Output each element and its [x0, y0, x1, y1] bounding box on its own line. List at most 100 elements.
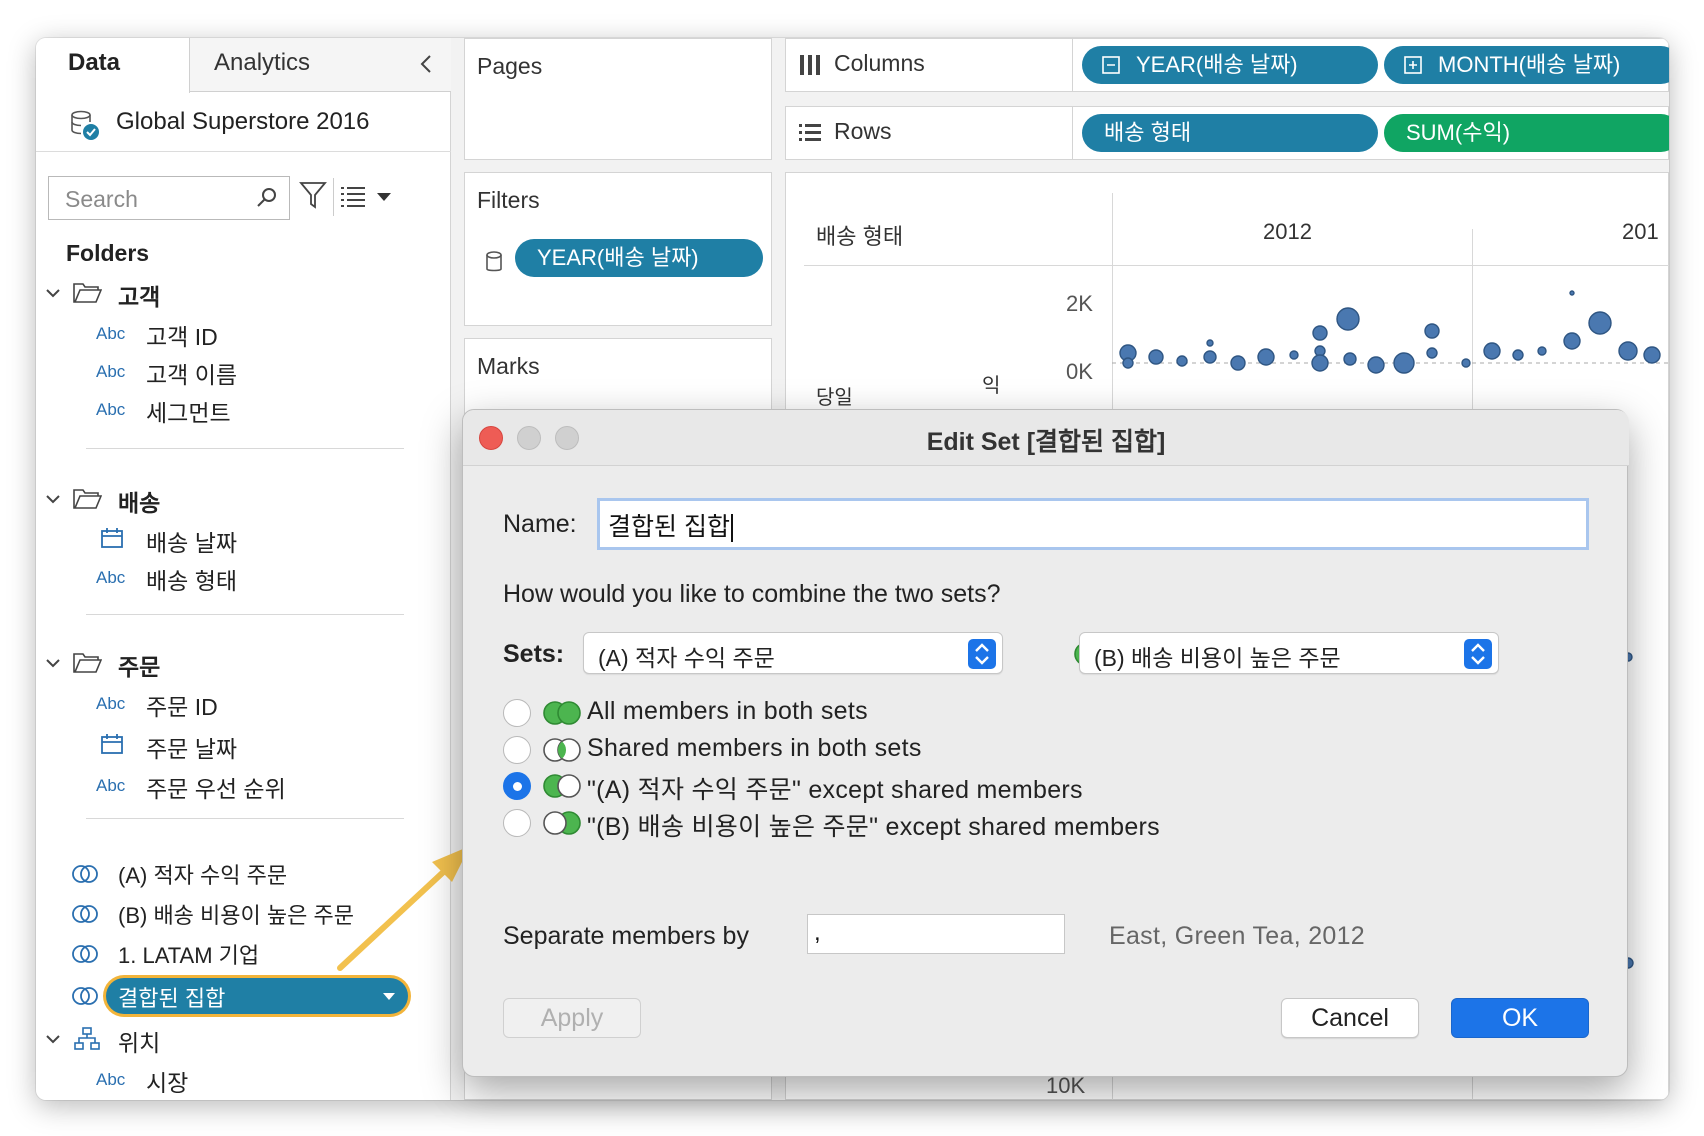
folder-divider [86, 818, 404, 819]
string-type-icon: Abc [96, 694, 126, 713]
field-row[interactable]: Abc 주문 ID [36, 686, 451, 722]
set-b-select[interactable]: (B) 배송 비용이 높은 주문 [1079, 632, 1499, 674]
column-pill-month[interactable]: MONTH(배송 날짜) [1384, 46, 1669, 84]
option-b-except-shared[interactable]: "(B) 배송 비용이 높은 주문" except shared members [503, 806, 1583, 841]
field-row[interactable]: 배송 날짜 [36, 522, 451, 558]
apply-button[interactable]: Apply [503, 998, 641, 1038]
shelf-label: Columns [834, 50, 925, 76]
combine-question: How would you like to combine the two se… [503, 580, 1001, 608]
set-name: 결합된 집합 [118, 986, 226, 1011]
pages-card[interactable]: Pages [464, 38, 772, 160]
folder-location[interactable]: 위치 [36, 1022, 451, 1058]
radio-b-except-shared[interactable] [503, 809, 531, 837]
set-icon [72, 905, 98, 923]
dialog-title: Edit Set [결합된 집합] [926, 428, 1166, 456]
select-value: (B) 배송 비용이 높은 주문 [1094, 645, 1341, 671]
set-item[interactable]: (B) 배송 비용이 높은 주문 [36, 896, 451, 932]
calendar-icon [101, 734, 123, 754]
filters-card[interactable]: Filters YEAR(배송 날짜) [464, 172, 772, 326]
folder-customer[interactable]: 고객 [36, 276, 451, 312]
shelf-divider [1072, 107, 1073, 159]
chevron-down-icon[interactable] [376, 192, 392, 202]
separator-preview: East, Green Tea, 2012 [1109, 922, 1366, 950]
tab-data[interactable]: Data [36, 38, 190, 93]
radio-shared-members[interactable] [503, 736, 531, 764]
field-row[interactable]: Abc 고객 ID [36, 316, 451, 352]
field-name: 주문 우선 순위 [146, 776, 286, 802]
set-name: 1. LATAM 기업 [118, 943, 260, 968]
row-header: 배송 형태 [816, 224, 904, 249]
search-placeholder: Search [65, 186, 138, 212]
dialog-titlebar: Edit Set [결합된 집합] [463, 410, 1629, 466]
option-all-members[interactable]: All members in both sets [503, 696, 1583, 730]
field-row[interactable]: Abc 주문 우선 순위 [36, 768, 451, 804]
option-shared-members[interactable]: Shared members in both sets [503, 733, 1583, 767]
radio-a-except-shared[interactable] [503, 772, 531, 800]
row-pill-profit[interactable]: SUM(수익) [1384, 114, 1669, 152]
text-caret [730, 514, 733, 543]
folders-heading: Folders [66, 240, 150, 266]
set-a-select[interactable]: (A) 적자 수익 주문 [583, 632, 1003, 674]
field-name: 세그먼트 [146, 400, 231, 426]
shelf-label: Rows [834, 118, 892, 144]
set-name: (A) 적자 수익 주문 [118, 863, 288, 888]
string-type-icon: Abc [96, 1070, 126, 1089]
sets-label: Sets: [503, 640, 565, 668]
ok-button[interactable]: OK [1451, 998, 1589, 1038]
collapse-icon[interactable] [1102, 56, 1120, 74]
chevron-down-icon[interactable] [44, 1030, 62, 1048]
cancel-button[interactable]: Cancel [1281, 998, 1419, 1038]
list-view-icon[interactable] [340, 184, 366, 208]
field-name: 고객 ID [146, 324, 218, 350]
field-row[interactable]: Abc 배송 형태 [36, 560, 451, 596]
separator-label: Separate members by [503, 922, 749, 950]
expand-icon[interactable] [1404, 56, 1422, 74]
toolbar-divider [333, 178, 334, 216]
search-icon [257, 188, 276, 207]
set-name: (B) 배송 비용이 높은 주문 [118, 903, 354, 928]
set-item-selected[interactable]: 결합된 집합 [36, 978, 451, 1014]
radio-all-members[interactable] [503, 699, 531, 727]
select-value: (A) 적자 수익 주문 [598, 645, 775, 671]
chevron-down-icon[interactable] [382, 992, 396, 1001]
tab-analytics[interactable]: Analytics [214, 38, 310, 92]
filter-pill[interactable]: YEAR(배송 날짜) [515, 239, 763, 277]
folder-name: 위치 [118, 1030, 161, 1056]
collapse-pane-icon[interactable] [416, 52, 438, 76]
field-row[interactable]: Abc 고객 이름 [36, 354, 451, 390]
axis-tick: 2K [1066, 291, 1093, 316]
card-title: Marks [477, 353, 540, 379]
filter-icon[interactable] [299, 180, 327, 210]
selected-set-pill[interactable]: 결합된 집합 [106, 978, 408, 1014]
option-label: "(B) 배송 비용이 높은 주문" except shared members [587, 813, 1160, 841]
set-item[interactable]: (A) 적자 수익 주문 [36, 856, 451, 892]
field-row[interactable]: Abc 세그먼트 [36, 392, 451, 428]
header-divider [1112, 265, 1669, 266]
set-item[interactable]: 1. LATAM 기업 [36, 936, 451, 972]
chevron-down-icon[interactable] [44, 284, 62, 302]
datasource-row[interactable]: Global Superstore 2016 [36, 96, 451, 152]
name-label: Name: [503, 510, 577, 538]
select-arrows-icon [968, 639, 996, 669]
name-input[interactable]: 결합된 집합 [597, 498, 1589, 550]
hierarchy-icon [74, 1027, 100, 1050]
pill-label: MONTH(배송 날짜) [1438, 52, 1621, 77]
folder-order[interactable]: 주문 [36, 646, 451, 682]
option-a-except-shared[interactable]: "(A) 적자 수익 주문" except shared members [503, 769, 1583, 804]
field-row[interactable]: Abc 시장 [36, 1062, 451, 1098]
pill-label: YEAR(배송 날짜) [1136, 52, 1298, 77]
column-pill-year[interactable]: YEAR(배송 날짜) [1082, 46, 1378, 84]
folder-shipping[interactable]: 배송 [36, 482, 451, 518]
chevron-down-icon[interactable] [44, 490, 62, 508]
axis-tick: 0K [1066, 359, 1093, 384]
datasource-icon [71, 110, 99, 140]
field-row[interactable]: 주문 날짜 [36, 728, 451, 764]
search-input[interactable]: Search [48, 176, 290, 220]
database-icon [486, 251, 502, 272]
rows-shelf[interactable]: Rows 배송 형태 SUM(수익) [785, 106, 1669, 160]
separator-input[interactable]: , [807, 914, 1065, 954]
columns-shelf[interactable]: Columns YEAR(배송 날짜) MONTH(배송 날짜) [785, 38, 1669, 92]
row-pill-ship-mode[interactable]: 배송 형태 [1082, 114, 1378, 152]
chevron-down-icon[interactable] [44, 654, 62, 672]
field-name: 시장 [146, 1070, 189, 1096]
